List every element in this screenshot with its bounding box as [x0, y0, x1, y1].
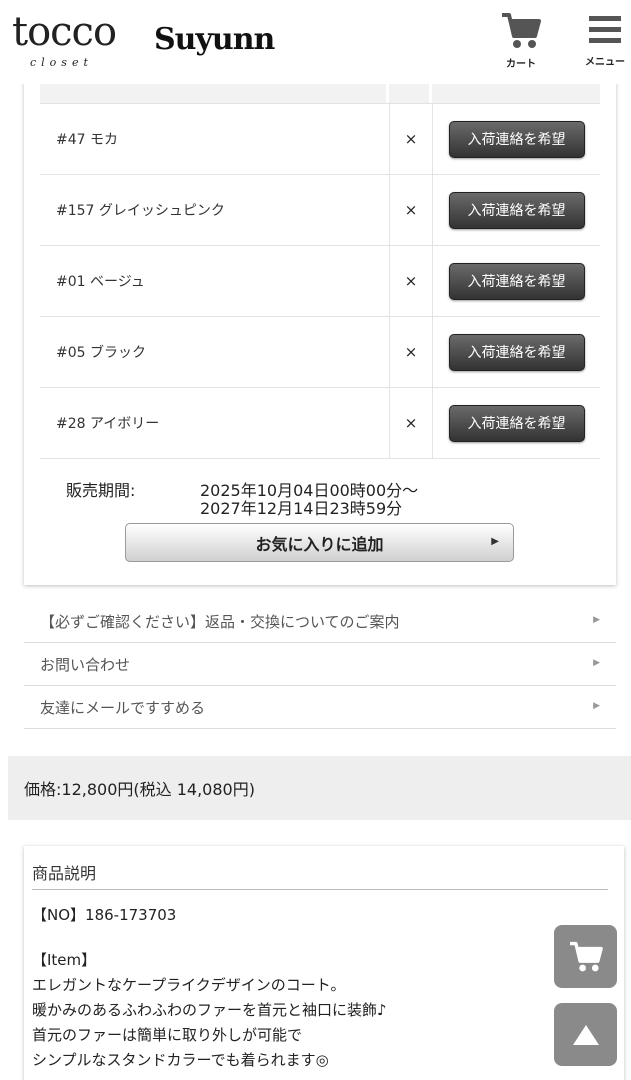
restock-notify-button[interactable]: 入荷連絡を希望: [448, 191, 585, 229]
stock-status: ×: [390, 388, 433, 458]
scroll-to-top-button[interactable]: [554, 1003, 617, 1066]
chevron-right-icon: ▶: [593, 615, 600, 625]
description-line: 首元のファーは簡単に取り外しが可能で: [32, 1026, 303, 1044]
price-text: 価格:12,800円(税込 14,080円): [24, 780, 255, 799]
hamburger-menu-icon: [589, 16, 621, 43]
site-header: tocco closet Suyunn カート メニュー: [0, 0, 631, 84]
favorites-label: お気に入りに追加: [255, 534, 384, 554]
arrow-up-icon: [572, 1024, 599, 1045]
table-row: #01 ベージュ × 入荷連絡を希望: [40, 246, 600, 317]
variant-name: #28 アイボリー: [40, 388, 390, 458]
chevron-right-icon: ▶: [593, 658, 600, 668]
variant-name: #05 ブラック: [40, 317, 390, 387]
suyunn-brand-logo[interactable]: Suyunn: [154, 22, 275, 57]
link-label: 友達にメールですすめる: [40, 698, 206, 717]
logo-sub-text: closet: [30, 56, 93, 69]
cart-label: カート: [506, 59, 536, 70]
restock-notify-button[interactable]: 入荷連絡を希望: [448, 404, 585, 442]
stock-status: ×: [390, 175, 433, 245]
table-header: [40, 84, 600, 104]
item-heading: 【Item】: [32, 951, 97, 969]
info-link-list: 【必ずご確認ください】返品・交換についてのご案内 ▶ お問い合わせ ▶ 友達にメ…: [24, 600, 616, 729]
stock-status: ×: [390, 104, 433, 174]
contact-link[interactable]: お問い合わせ ▶: [24, 643, 616, 686]
floating-cart-button[interactable]: [554, 925, 617, 988]
menu-label: メニュー: [585, 57, 625, 68]
header-cart-button[interactable]: カート: [498, 12, 544, 70]
sales-period-label: 販売期間:: [66, 481, 136, 500]
stock-status: ×: [390, 317, 433, 387]
product-number: 【NO】186-173703: [32, 906, 177, 924]
description-title: 商品説明: [32, 860, 608, 890]
chevron-right-icon: ▶: [593, 701, 600, 711]
variant-name: #157 グレイッシュピンク: [40, 175, 390, 245]
chevron-right-icon: ▶: [491, 536, 499, 547]
add-to-favorites-button[interactable]: お気に入りに追加 ▶: [125, 523, 514, 562]
table-row: #47 モカ × 入荷連絡を希望: [40, 104, 600, 175]
link-label: お問い合わせ: [40, 655, 131, 674]
table-row: #05 ブラック × 入荷連絡を希望: [40, 317, 600, 388]
stock-status: ×: [390, 246, 433, 316]
link-label: 【必ずご確認ください】返品・交換についてのご案内: [40, 612, 400, 631]
logo-main-text: tocco: [12, 9, 117, 55]
header-menu-button[interactable]: メニュー: [582, 12, 628, 68]
description-line: 暖かみのあるふわふわのファーを首元と袖口に装飾♪: [32, 1001, 387, 1019]
price-bar: 価格:12,800円(税込 14,080円): [8, 756, 631, 820]
sales-period-values: 2025年10月04日00時00分〜 2027年12月14日23時59分: [200, 482, 418, 518]
product-stock-card: #47 モカ × 入荷連絡を希望 #157 グレイッシュピンク × 入荷連絡を希…: [24, 70, 616, 585]
description-body: 【Item】 エレガントなケープライクデザインのコート。 暖かみのあるふわふわの…: [32, 948, 387, 1073]
table-row: #28 アイボリー × 入荷連絡を希望: [40, 388, 600, 459]
restock-notify-button[interactable]: 入荷連絡を希望: [448, 262, 585, 300]
stock-table: #47 モカ × 入荷連絡を希望 #157 グレイッシュピンク × 入荷連絡を希…: [40, 84, 600, 459]
description-line: エレガントなケープライクデザインのコート。: [32, 976, 346, 994]
email-friend-link[interactable]: 友達にメールですすめる ▶: [24, 686, 616, 729]
sales-period-start: 2025年10月04日00時00分〜: [200, 481, 419, 500]
sales-period-end: 2027年12月14日23時59分: [200, 499, 403, 518]
restock-notify-button[interactable]: 入荷連絡を希望: [448, 333, 585, 371]
description-line: シンプルなスタンドカラーでも着られます◎: [32, 1051, 329, 1069]
table-row: #157 グレイッシュピンク × 入荷連絡を希望: [40, 175, 600, 246]
variant-name: #01 ベージュ: [40, 246, 390, 316]
cart-icon: [569, 941, 603, 971]
returns-info-link[interactable]: 【必ずご確認ください】返品・交換についてのご案内 ▶: [24, 600, 616, 643]
restock-notify-button[interactable]: 入荷連絡を希望: [448, 120, 585, 158]
cart-icon: [502, 13, 541, 48]
product-description-card: 商品説明 【NO】186-173703 【Item】 エレガントなケープライクデ…: [24, 846, 624, 1080]
variant-name: #47 モカ: [40, 104, 390, 174]
tocco-closet-logo[interactable]: tocco closet: [12, 8, 117, 78]
